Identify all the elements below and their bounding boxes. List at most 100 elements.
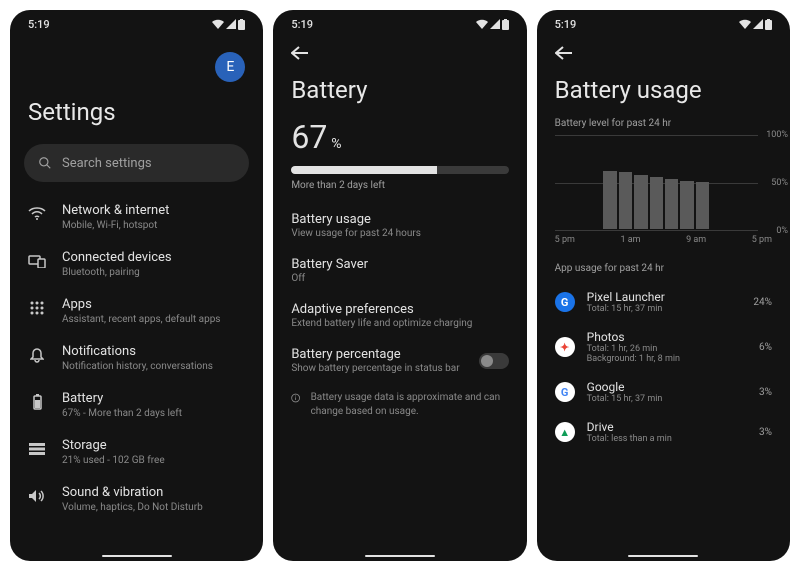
back-button[interactable] <box>537 38 790 68</box>
app-row[interactable]: G Pixel LauncherTotal: 15 hr, 37 min 24% <box>537 282 790 322</box>
settings-item-sound[interactable]: Sound & vibrationVolume, haptics, Do Not… <box>10 476 263 523</box>
wifi-icon <box>212 19 224 29</box>
pct-symbol: % <box>331 136 341 152</box>
settings-item-storage[interactable]: Storage21% used - 102 GB free <box>10 429 263 476</box>
item-sub: Volume, haptics, Do Not Disturb <box>62 501 245 514</box>
devices-icon <box>28 252 46 270</box>
item-sub: 21% used - 102 GB free <box>62 454 245 467</box>
status-indicators <box>476 19 509 30</box>
pct-value: 67 <box>291 118 327 156</box>
row-sub: View usage for past 24 hours <box>291 228 508 239</box>
settings-item-battery[interactable]: Battery67% - More than 2 days left <box>10 382 263 429</box>
battery-screen: 5:19 Battery 67 % More than 2 days left … <box>273 10 526 561</box>
status-bar: 5:19 <box>537 10 790 38</box>
info-icon <box>291 391 300 405</box>
status-time: 5:19 <box>555 18 577 31</box>
x-tick: 5 pm <box>752 235 772 245</box>
status-bar: 5:19 <box>10 10 263 38</box>
app-row[interactable]: ✦ PhotosTotal: 1 hr, 26 min Background: 1… <box>537 322 790 372</box>
status-time: 5:19 <box>28 18 50 31</box>
nav-handle[interactable] <box>628 555 698 557</box>
app-icon: G <box>555 382 575 402</box>
arrow-left-icon <box>291 46 309 60</box>
app-row[interactable]: G GoogleTotal: 15 hr, 37 min 3% <box>537 372 790 412</box>
settings-screen: 5:19 E Settings Search settings Network … <box>10 10 263 561</box>
app-sub: Total: 15 hr, 37 min <box>587 304 742 314</box>
app-name: Pixel Launcher <box>587 290 742 304</box>
app-icon: ✦ <box>555 337 575 357</box>
app-icon: ▲ <box>555 422 575 442</box>
status-time: 5:19 <box>291 18 313 31</box>
item-label: Connected devices <box>62 250 245 265</box>
app-sub: Total: 15 hr, 37 min <box>587 394 747 404</box>
x-tick: 9 am <box>686 235 706 245</box>
apps-icon <box>28 299 46 317</box>
battery-icon <box>502 19 509 30</box>
settings-item-network[interactable]: Network & internetMobile, Wi-Fi, hotspot <box>10 194 263 241</box>
chart-y-label: 100% <box>766 130 788 140</box>
battery-icon <box>765 19 772 30</box>
chart-bar <box>680 181 693 229</box>
app-pct: 3% <box>759 387 772 398</box>
settings-item-apps[interactable]: AppsAssistant, recent apps, default apps <box>10 288 263 335</box>
chart-x-axis: 5 pm 1 am 9 am 5 pm <box>537 231 790 257</box>
settings-item-connected[interactable]: Connected devicesBluetooth, pairing <box>10 241 263 288</box>
x-tick: 5 pm <box>555 235 575 245</box>
settings-item-notifications[interactable]: NotificationsNotification history, conve… <box>10 335 263 382</box>
battery-percentage-toggle-row[interactable]: Battery percentage Show battery percenta… <box>273 338 526 383</box>
page-title: Battery <box>273 68 526 118</box>
sound-icon <box>28 487 46 505</box>
row-label: Adaptive preferences <box>291 302 508 317</box>
profile-avatar[interactable]: E <box>215 52 245 82</box>
chart-caption: Battery level for past 24 hr <box>537 118 790 135</box>
app-row[interactable]: ▲DriveTotal: less than a min3% <box>537 412 790 452</box>
app-icon: G <box>555 292 575 312</box>
status-indicators <box>739 19 772 30</box>
battery-estimate: More than 2 days left <box>273 178 526 203</box>
app-sub: Total: 1 hr, 26 min Background: 1 hr, 8 … <box>587 344 747 364</box>
item-sub: Bluetooth, pairing <box>62 266 245 279</box>
row-label: Battery usage <box>291 212 508 227</box>
row-label: Battery Saver <box>291 257 508 272</box>
app-name: Photos <box>587 330 747 344</box>
bell-icon <box>28 346 46 364</box>
search-icon <box>38 156 52 170</box>
adaptive-row[interactable]: Adaptive preferences Extend battery life… <box>273 293 526 338</box>
item-label: Storage <box>62 438 245 453</box>
nav-handle[interactable] <box>365 555 435 557</box>
nav-handle[interactable] <box>102 555 172 557</box>
app-pct: 24% <box>753 297 772 308</box>
wifi-icon <box>476 19 488 29</box>
page-title: Settings <box>10 82 263 144</box>
search-input[interactable]: Search settings <box>24 144 249 182</box>
battery-bar-fill <box>291 166 437 174</box>
chart-bar <box>603 171 616 229</box>
back-button[interactable] <box>273 38 526 68</box>
signal-icon <box>490 19 500 29</box>
item-label: Battery <box>62 391 245 406</box>
chart-bar <box>634 175 647 229</box>
item-sub: Mobile, Wi-Fi, hotspot <box>62 219 245 232</box>
row-sub: Extend battery life and optimize chargin… <box>291 318 508 329</box>
signal-icon <box>226 19 236 29</box>
search-placeholder: Search settings <box>62 156 152 171</box>
battery-icon <box>238 19 245 30</box>
page-title: Battery usage <box>537 68 790 118</box>
battery-usage-row[interactable]: Battery usage View usage for past 24 hou… <box>273 203 526 248</box>
row-sub: Off <box>291 273 508 284</box>
storage-icon <box>28 440 46 458</box>
chart-bar <box>650 177 663 229</box>
app-name: Google <box>587 380 747 394</box>
battery-percentage: 67 % <box>273 118 526 162</box>
toggle-switch[interactable] <box>479 353 509 369</box>
item-sub: 67% - More than 2 days left <box>62 407 245 420</box>
info-text: Battery usage data is approximate and ca… <box>311 391 509 419</box>
battery-saver-row[interactable]: Battery Saver Off <box>273 248 526 293</box>
chart-y-label: 50% <box>771 178 788 188</box>
row-sub: Show battery percentage in status bar <box>291 363 459 374</box>
item-label: Apps <box>62 297 245 312</box>
battery-icon <box>28 393 46 411</box>
item-sub: Assistant, recent apps, default apps <box>62 313 245 326</box>
chart-bar <box>665 179 678 229</box>
item-sub: Notification history, conversations <box>62 360 245 373</box>
